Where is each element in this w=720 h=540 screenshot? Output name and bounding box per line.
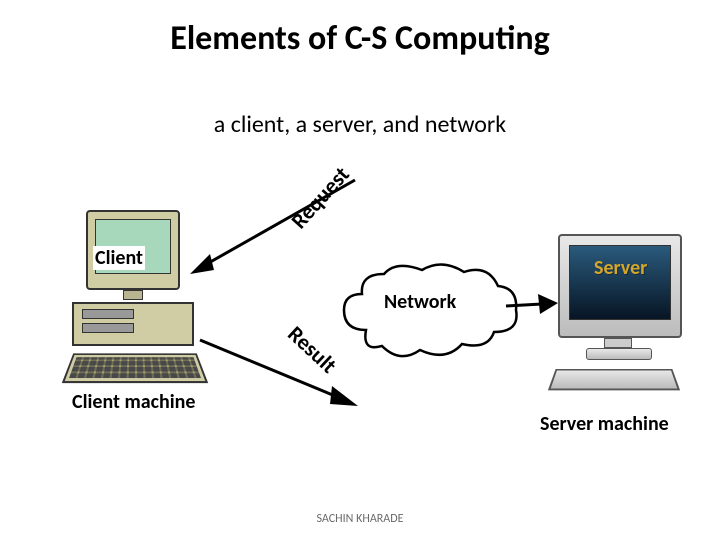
client-label: Client xyxy=(93,246,145,270)
cloud-server-arrow-icon xyxy=(500,292,560,318)
subtitle: a client, a server, and network xyxy=(0,110,720,139)
footer-author: SACHIN KHARADE xyxy=(0,512,720,526)
server-label: Server xyxy=(594,256,647,280)
page-title: Elements of C-S Computing xyxy=(0,18,720,59)
server-machine-label: Server machine xyxy=(540,412,669,436)
result-arrow-icon xyxy=(180,330,370,415)
network-label: Network xyxy=(384,290,456,314)
client-computer-icon xyxy=(68,210,198,390)
client-machine-label: Client machine xyxy=(72,390,195,414)
